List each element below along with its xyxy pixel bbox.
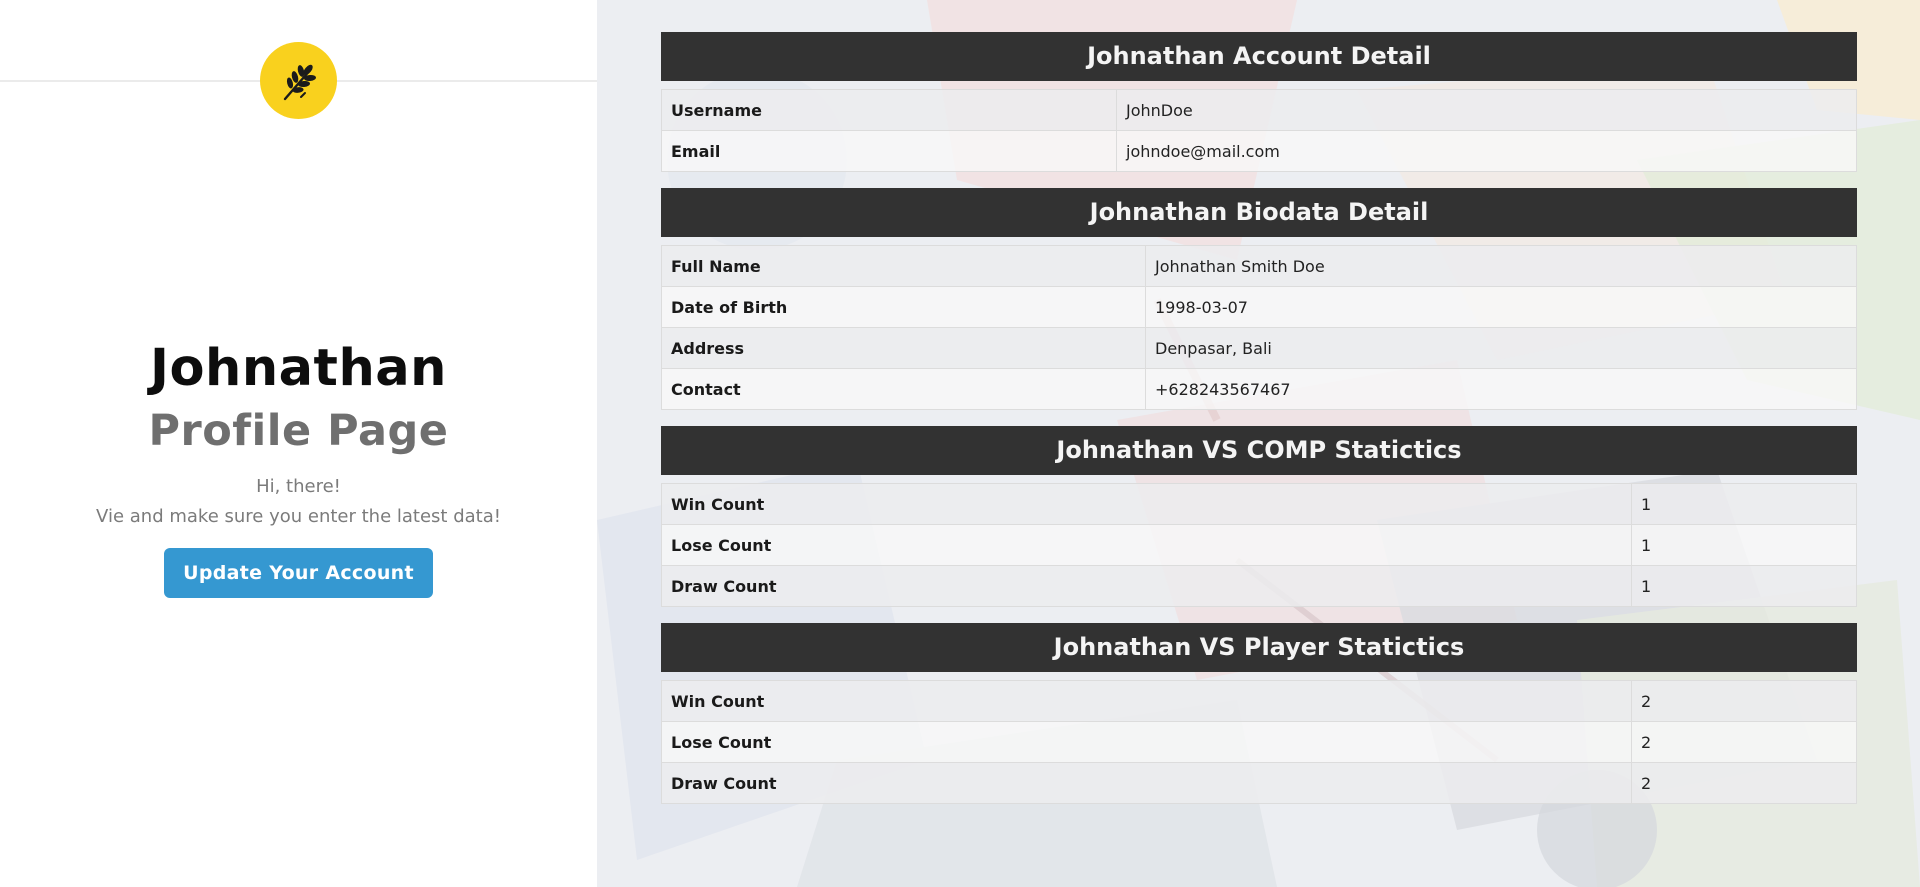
profile-name: Johnathan — [150, 339, 447, 398]
row-value: 1998-03-07 — [1145, 286, 1857, 328]
page-subtitle: Profile Page — [148, 406, 449, 456]
table-row: Win Count 1 — [661, 483, 1857, 525]
row-value: 2 — [1631, 680, 1857, 722]
account-section-title: Johnathan Account Detail — [661, 32, 1857, 81]
row-label: Email — [661, 130, 1117, 172]
detail-panel: Johnathan Account Detail Username JohnDo… — [597, 0, 1920, 887]
row-value: JohnDoe — [1116, 89, 1857, 131]
row-value: Denpasar, Bali — [1145, 327, 1857, 369]
table-row: Win Count 2 — [661, 680, 1857, 722]
row-label: Lose Count — [661, 524, 1632, 566]
row-label: Username — [661, 89, 1117, 131]
account-table: Username JohnDoe Email johndoe@mail.com — [661, 89, 1857, 172]
row-label: Address — [661, 327, 1146, 369]
row-label: Lose Count — [661, 721, 1632, 763]
row-label: Contact — [661, 368, 1146, 410]
logo[interactable] — [260, 42, 337, 119]
table-row: Lose Count 2 — [661, 721, 1857, 763]
table-row: Date of Birth 1998-03-07 — [661, 286, 1857, 328]
row-label: Draw Count — [661, 762, 1632, 804]
row-value: 1 — [1631, 524, 1857, 566]
biodata-section-title: Johnathan Biodata Detail — [661, 188, 1857, 237]
vs-comp-section-title: Johnathan VS COMP Statictics — [661, 426, 1857, 475]
row-value: 2 — [1631, 762, 1857, 804]
vs-comp-table: Win Count 1 Lose Count 1 Draw Count 1 — [661, 483, 1857, 607]
table-row: Contact +628243567467 — [661, 368, 1857, 410]
update-account-button[interactable]: Update Your Account — [164, 548, 433, 598]
row-label: Full Name — [661, 245, 1146, 287]
table-row: Username JohnDoe — [661, 89, 1857, 131]
biodata-table: Full Name Johnathan Smith Doe Date of Bi… — [661, 245, 1857, 410]
row-label: Win Count — [661, 680, 1632, 722]
row-value: Johnathan Smith Doe — [1145, 245, 1857, 287]
table-row: Address Denpasar, Bali — [661, 327, 1857, 369]
greeting-line-1: Hi, there! — [256, 476, 341, 497]
row-label: Date of Birth — [661, 286, 1146, 328]
table-row: Email johndoe@mail.com — [661, 130, 1857, 172]
greeting-text: Hi, there! Vie and make sure you enter t… — [0, 472, 597, 532]
row-value: 1 — [1631, 565, 1857, 607]
greeting-line-2: Vie and make sure you enter the latest d… — [96, 506, 501, 527]
wheat-icon — [283, 64, 316, 100]
vs-player-section-title: Johnathan VS Player Statictics — [661, 623, 1857, 672]
row-value: johndoe@mail.com — [1116, 130, 1857, 172]
table-row: Draw Count 1 — [661, 565, 1857, 607]
details-content: Johnathan Account Detail Username JohnDo… — [661, 32, 1857, 820]
table-row: Full Name Johnathan Smith Doe — [661, 245, 1857, 287]
table-row: Draw Count 2 — [661, 762, 1857, 804]
row-label: Win Count — [661, 483, 1632, 525]
table-row: Lose Count 1 — [661, 524, 1857, 566]
row-value: 1 — [1631, 483, 1857, 525]
profile-sidebar: Johnathan Profile Page Hi, there! Vie an… — [0, 0, 597, 887]
row-value: +628243567467 — [1145, 368, 1857, 410]
row-value: 2 — [1631, 721, 1857, 763]
vs-player-table: Win Count 2 Lose Count 2 Draw Count 2 — [661, 680, 1857, 804]
row-label: Draw Count — [661, 565, 1632, 607]
profile-hero: Johnathan Profile Page Hi, there! Vie an… — [0, 336, 597, 598]
